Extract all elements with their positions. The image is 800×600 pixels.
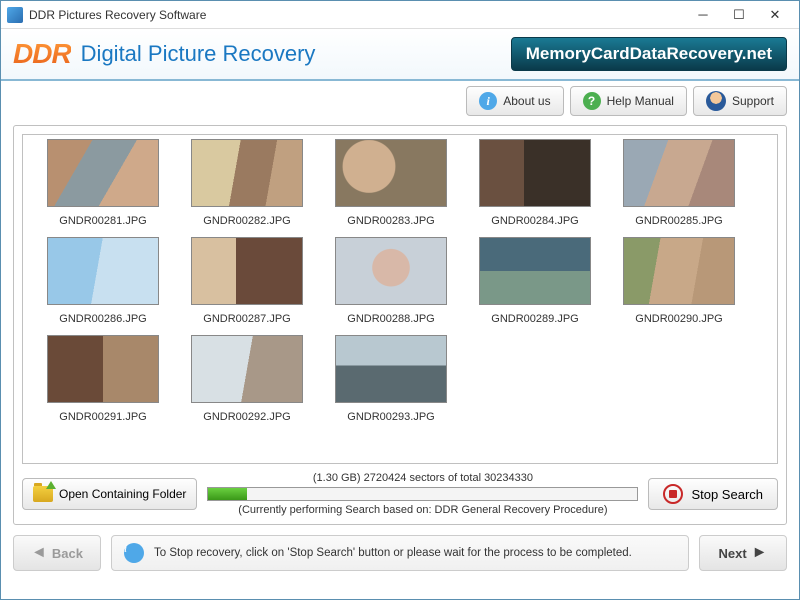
info-icon: i — [124, 543, 144, 563]
next-label: Next — [718, 546, 746, 561]
thumbnail-item[interactable]: GNDR00284.JPG — [463, 139, 607, 233]
support-button[interactable]: Support — [693, 86, 787, 116]
thumbnail-item[interactable]: GNDR00282.JPG — [175, 139, 319, 233]
thumbnail-item[interactable]: GNDR00286.JPG — [31, 237, 175, 331]
logo: DDR — [13, 38, 71, 70]
thumbnail-filename: GNDR00285.JPG — [635, 215, 722, 227]
footer: ◄ Back i To Stop recovery, click on 'Sto… — [13, 535, 787, 571]
thumbnail-filename: GNDR00281.JPG — [59, 215, 146, 227]
thumbnail-item[interactable]: GNDR00288.JPG — [319, 237, 463, 331]
product-name: Digital Picture Recovery — [81, 41, 316, 67]
thumbnail-filename: GNDR00286.JPG — [59, 313, 146, 325]
thumbnail-image — [623, 139, 735, 207]
info-text: To Stop recovery, click on 'Stop Search'… — [154, 547, 632, 559]
thumbnail-image — [623, 237, 735, 305]
progress-row: Open Containing Folder (1.30 GB) 2720424… — [22, 472, 778, 516]
thumbnail-item[interactable]: GNDR00285.JPG — [607, 139, 751, 233]
open-folder-button[interactable]: Open Containing Folder — [22, 478, 197, 510]
about-label: About us — [503, 94, 550, 108]
thumbnail-item[interactable]: GNDR00292.JPG — [175, 335, 319, 429]
thumbnail-filename: GNDR00288.JPG — [347, 313, 434, 325]
open-folder-label: Open Containing Folder — [59, 487, 186, 501]
thumbnail-filename: GNDR00287.JPG — [203, 313, 290, 325]
info-icon: i — [479, 92, 497, 110]
thumbnail-image — [335, 139, 447, 207]
thumbnail-item[interactable]: GNDR00290.JPG — [607, 237, 751, 331]
arrow-left-icon: ◄ — [31, 544, 47, 562]
next-button[interactable]: Next ► — [699, 535, 787, 571]
back-button: ◄ Back — [13, 535, 101, 571]
progress-bar — [207, 487, 638, 501]
thumbnail-image — [191, 139, 303, 207]
thumbnail-filename: GNDR00292.JPG — [203, 411, 290, 423]
thumbnail-image — [191, 237, 303, 305]
help-icon: ? — [583, 92, 601, 110]
thumbnail-filename: GNDR00282.JPG — [203, 215, 290, 227]
thumbnail-image — [335, 335, 447, 403]
sectors-text: (1.30 GB) 2720424 sectors of total 30234… — [313, 472, 533, 484]
thumbnail-filename: GNDR00289.JPG — [491, 313, 578, 325]
thumbnail-image — [335, 237, 447, 305]
thumbnail-image — [47, 139, 159, 207]
thumbnail-filename: GNDR00293.JPG — [347, 411, 434, 423]
support-label: Support — [732, 94, 774, 108]
thumbnail-image — [479, 139, 591, 207]
window-title: DDR Pictures Recovery Software — [29, 8, 685, 22]
toolbar: i About us ? Help Manual Support — [1, 81, 799, 121]
brand-url: MemoryCardDataRecovery.net — [511, 37, 787, 71]
thumbnail-item[interactable]: GNDR00289.JPG — [463, 237, 607, 331]
help-label: Help Manual — [607, 94, 674, 108]
thumbnail-item[interactable]: GNDR00293.JPG — [319, 335, 463, 429]
maximize-button[interactable]: ☐ — [721, 5, 757, 25]
brand-bar: DDR Digital Picture Recovery MemoryCardD… — [1, 29, 799, 81]
mode-text: (Currently performing Search based on: D… — [238, 504, 607, 516]
thumbnail-image — [479, 237, 591, 305]
thumbnail-item[interactable]: GNDR00283.JPG — [319, 139, 463, 233]
titlebar: DDR Pictures Recovery Software ─ ☐ ✕ — [1, 1, 799, 29]
thumbnail-filename: GNDR00290.JPG — [635, 313, 722, 325]
help-button[interactable]: ? Help Manual — [570, 86, 687, 116]
close-button[interactable]: ✕ — [757, 5, 793, 25]
thumbnail-filename: GNDR00291.JPG — [59, 411, 146, 423]
about-button[interactable]: i About us — [466, 86, 563, 116]
thumbnail-item[interactable]: GNDR00291.JPG — [31, 335, 175, 429]
thumbnail-filename: GNDR00283.JPG — [347, 215, 434, 227]
main-panel: GNDR00281.JPG GNDR00282.JPG GNDR00283.JPG G… — [13, 125, 787, 525]
app-icon — [7, 7, 23, 23]
thumbnail-image — [191, 335, 303, 403]
support-icon — [706, 91, 726, 111]
arrow-right-icon: ► — [752, 544, 768, 562]
stop-search-button[interactable]: Stop Search — [648, 478, 778, 510]
thumbnail-item[interactable]: GNDR00281.JPG — [31, 139, 175, 233]
stop-icon — [663, 484, 683, 504]
thumbnail-item[interactable]: GNDR00287.JPG — [175, 237, 319, 331]
minimize-button[interactable]: ─ — [685, 5, 721, 25]
stop-label: Stop Search — [691, 487, 763, 502]
back-label: Back — [52, 546, 83, 561]
folder-icon — [33, 486, 53, 502]
info-box: i To Stop recovery, click on 'Stop Searc… — [111, 535, 689, 571]
thumbnail-grid[interactable]: GNDR00281.JPG GNDR00282.JPG GNDR00283.JPG G… — [22, 134, 778, 464]
thumbnail-image — [47, 237, 159, 305]
thumbnail-filename: GNDR00284.JPG — [491, 215, 578, 227]
thumbnail-image — [47, 335, 159, 403]
